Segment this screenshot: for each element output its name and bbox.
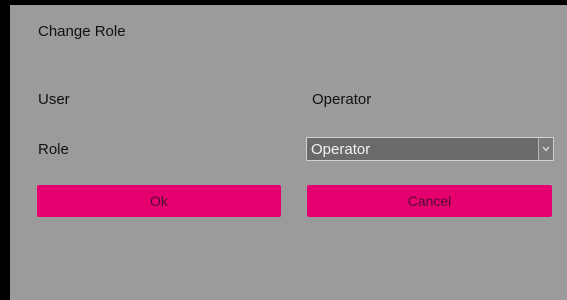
ok-button[interactable]: Ok [37, 185, 281, 217]
cancel-button[interactable]: Cancel [307, 185, 552, 217]
role-label: Role [38, 141, 69, 158]
role-select-value: Operator [311, 140, 371, 158]
dialog-title: Change Role [38, 23, 126, 40]
user-value: Operator [312, 91, 372, 108]
role-select[interactable]: Operator [306, 137, 554, 161]
change-role-dialog: Change Role User Operator Role Operator … [10, 5, 567, 300]
user-label: User [38, 91, 70, 108]
chevron-down-icon[interactable] [538, 138, 553, 160]
